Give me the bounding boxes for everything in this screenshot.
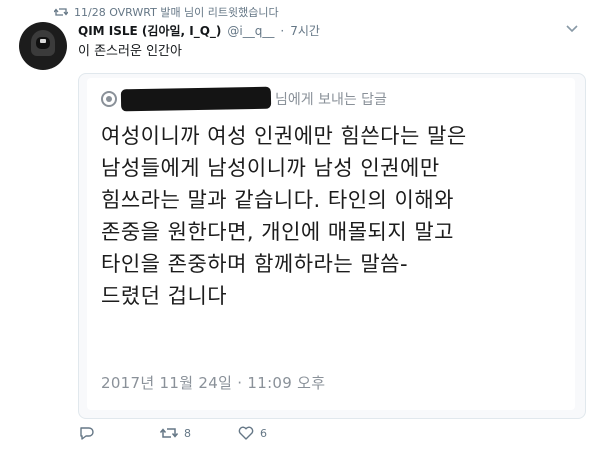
quoted-text-line: 여성이니까 여성 인권에만 힘쓴다는 말은 [101, 124, 467, 148]
retweet-context-text[interactable]: 11/28 OVRWRT 발매 님이 리트윗했습니다 [74, 4, 279, 20]
separator-dot: · [280, 24, 285, 38]
like-button[interactable]: 6 [238, 426, 267, 440]
quoted-date: 2017년 11월 24일 · 11:09 오후 [101, 374, 326, 392]
display-name[interactable]: QIM ISLE (김아일, I_Q_) [78, 22, 221, 39]
user-handle[interactable]: @i__q__ [227, 24, 274, 38]
reply-to-line: 님에게 보내는 답글 [101, 86, 387, 112]
tweet-timestamp[interactable]: 7시간 [290, 22, 320, 39]
tweet-text: 이 존스러운 인간아 [78, 44, 182, 59]
retweet-icon [54, 8, 68, 16]
reply-to-label: 님에게 보내는 답글 [275, 92, 387, 108]
redacted-username [120, 86, 272, 112]
quoted-text-line: 드렸던 겁니다 [101, 284, 228, 308]
retweet-button[interactable]: 8 [160, 426, 191, 440]
tweet-header: QIM ISLE (김아일, I_Q_) @i__q__ · 7시간 [78, 22, 320, 39]
quoted-text-line: 남성들에게 남성이니까 남성 인권에만 [101, 156, 440, 180]
heart-icon [238, 426, 254, 440]
quoted-text-line: 타인을 존중하며 함께하라는 말씀- [101, 252, 409, 276]
retweet-count: 8 [184, 426, 191, 440]
like-count: 6 [260, 426, 267, 440]
reply-button[interactable] [78, 426, 100, 441]
tweet-actions: 8 6 [78, 426, 378, 444]
retweet-context: 11/28 OVRWRT 발매 님이 리트윗했습니다 [54, 4, 279, 20]
chevron-down-icon[interactable] [565, 24, 579, 34]
quoted-text: 여성이니까 여성 인권에만 힘쓴다는 말은 남성들에게 남성이니까 남성 인권에… [101, 120, 571, 312]
quoted-reply-card: 님에게 보내는 답글 여성이니까 여성 인권에만 힘쓴다는 말은 남성들에게 남… [87, 78, 575, 410]
retweet-icon [160, 428, 178, 438]
quoted-text-line: 힘쓰라는 말과 같습니다. 타인의 이해와 [101, 188, 454, 212]
tweet-media-image[interactable]: 님에게 보내는 답글 여성이니까 여성 인권에만 힘쓴다는 말은 남성들에게 남… [78, 73, 586, 419]
quoted-text-line: 존중을 원한다면, 개인에 매몰되지 말고 [101, 220, 454, 244]
avatar[interactable] [19, 22, 67, 70]
at-sign-icon [101, 91, 117, 107]
reply-icon [80, 427, 94, 440]
avatar-mark [40, 39, 46, 43]
